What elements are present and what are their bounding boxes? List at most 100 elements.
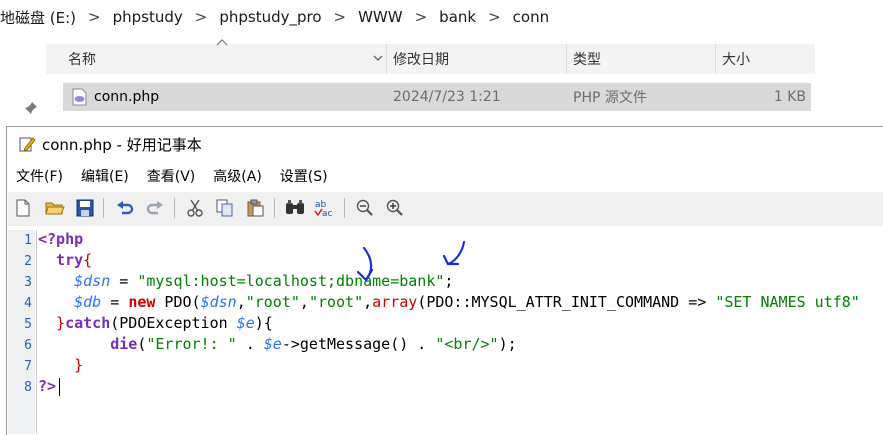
chevron-right-icon: > [88,8,101,26]
keyword-die: die [110,335,138,353]
operator: = [101,293,129,311]
paste-icon[interactable] [244,197,266,219]
code-line-2[interactable]: try{ [38,251,92,269]
copy-icon[interactable] [214,197,236,219]
notepad-app-icon [19,137,36,152]
code-line-1[interactable]: <?php [38,230,83,248]
toolbar-separator [344,198,345,218]
menu-bar: 文件(F) 编辑(E) 查看(V) 高级(A) 设置(S) [16,163,346,189]
text-caret [59,378,60,396]
code-line-3[interactable]: $dsn = "mysql:host=localhost;dbname=bank… [38,272,453,290]
brace: } [38,314,66,332]
class-call: PDO( [155,293,201,311]
menu-file[interactable]: 文件(F) [16,166,63,186]
annotation-arrow-icon [356,246,374,282]
find-icon[interactable] [284,197,306,219]
annotation-arrow-icon [442,240,466,266]
gutter-divider [36,230,37,434]
operator: . [236,335,264,353]
column-header-size[interactable]: 大小 [722,44,750,74]
php-close-tag: ?> [38,377,57,395]
breadcrumb-item-drive[interactable]: 地磁盘 (E:) [0,7,82,28]
spellcheck-icon[interactable]: ab ac [314,197,336,219]
column-header-name[interactable]: 名称 [68,44,96,74]
line-number: 5 [24,317,32,332]
string: "SET NAMES utf8" [715,293,860,311]
comma: , [299,293,309,311]
breadcrumb-item-bank[interactable]: bank [433,8,482,26]
variable: $dsn [200,293,237,311]
undo-icon[interactable] [114,197,136,219]
comma: , [363,293,373,311]
sort-ascending-icon [216,39,228,46]
column-header-type[interactable]: 类型 [573,44,601,74]
zoom-in-icon[interactable] [384,197,406,219]
column-divider[interactable] [715,44,716,74]
string: "mysql:host=localhost;dbname=bank" [137,272,445,290]
code-line-6[interactable]: die("Error!: " . $e->getMessage() . "<br… [38,335,517,353]
keyword-new: new [128,293,156,311]
line-number: 7 [24,359,32,374]
line-number: 4 [24,296,32,311]
line-number: 1 [24,233,32,248]
menu-advanced[interactable]: 高级(A) [213,166,262,186]
save-icon[interactable] [74,197,96,219]
comma: , [236,293,246,311]
file-type: PHP 源文件 [573,90,647,106]
line-number: 2 [24,254,32,269]
string: "root" [245,293,300,311]
code-line-7[interactable]: } [38,356,83,374]
brace: ){ [254,314,273,332]
chevron-right-icon: > [488,8,501,26]
cut-icon[interactable] [184,197,206,219]
open-folder-icon[interactable] [44,197,66,219]
line-number: 8 [24,380,32,395]
chevron-right-icon: > [194,8,208,26]
exception-type: (PDOException [110,314,237,332]
file-modified: 2024/7/23 1:21 [393,89,501,105]
chevron-right-icon: > [333,8,347,26]
svg-text:ac: ac [322,209,333,218]
menu-edit[interactable]: 编辑(E) [81,166,129,186]
file-size: 1 KB [773,89,806,105]
keyword-catch: catch [65,314,111,332]
chevron-right-icon: > [414,8,428,26]
breadcrumb-item-phpstudy-pro[interactable]: phpstudy_pro [213,8,327,26]
breadcrumb-item-phpstudy[interactable]: phpstudy [107,8,189,26]
php-open-tag: <?php [38,230,84,248]
code-line-5[interactable]: }catch(PDOException $e){ [38,314,273,332]
zoom-out-icon[interactable] [354,197,376,219]
variable: $dsn [74,272,111,290]
code-line-8[interactable]: ?> [38,377,56,395]
column-header-modified[interactable]: 修改日期 [393,44,449,74]
breadcrumb-item-www[interactable]: WWW [352,8,409,26]
constant: (PDO::MYSQL_ATTR_INIT_COMMAND => [417,293,716,311]
variable: $e [236,314,255,332]
pin-icon[interactable] [23,100,39,116]
redo-icon[interactable] [144,197,166,219]
new-file-icon[interactable] [12,197,34,219]
paren: ); [498,335,517,353]
column-divider[interactable] [566,44,567,74]
php-file-icon [72,88,87,106]
menu-settings[interactable]: 设置(S) [280,166,328,186]
operator: = [110,272,138,290]
code-line-4[interactable]: $db = new PDO($dsn,"root","root",array(P… [38,293,860,311]
column-divider[interactable] [386,44,387,74]
breadcrumb: 地磁盘 (E:) > phpstudy > phpstudy_pro > WWW… [0,0,883,34]
file-name[interactable]: conn.php [94,83,159,111]
chevron-down-icon[interactable] [371,51,385,65]
string: "Error!: " [146,335,237,353]
line-number: 3 [24,275,32,290]
brace: { [83,251,93,269]
menu-view[interactable]: 查看(V) [147,166,196,186]
keyword-array: array [372,293,418,311]
toolbar-separator [103,198,104,218]
notepad-titlebar: conn.php - 好用记事本 [18,131,202,157]
line-number: 6 [24,338,32,353]
breadcrumb-item-conn[interactable]: conn [507,8,555,26]
notepad-title: conn.php - 好用记事本 [42,135,202,154]
